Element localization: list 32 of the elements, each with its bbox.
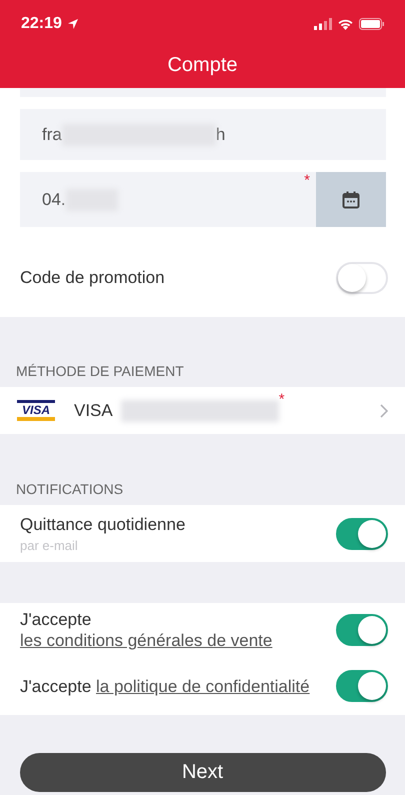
section-header: MÉTHODE DE PAIEMENT	[16, 363, 184, 379]
wifi-icon	[337, 18, 354, 30]
field-value: fra	[42, 124, 62, 144]
field-value: h	[216, 124, 226, 144]
promo-label: Code de promotion	[20, 268, 166, 288]
notification-label: Quittance quotidienne	[20, 514, 186, 534]
toggle-switch[interactable]	[336, 518, 388, 550]
date-field[interactable]: 04. *	[20, 172, 386, 227]
calendar-icon	[342, 190, 360, 208]
status-time: 22:19	[21, 15, 62, 33]
card-logo: VISA	[17, 400, 55, 421]
email-field[interactable]: fra h	[20, 109, 386, 160]
signal-icon	[314, 18, 332, 30]
calendar-button[interactable]	[316, 172, 386, 227]
input-field[interactable]	[20, 88, 386, 97]
required-mark: *	[278, 391, 285, 408]
section-header: NOTIFICATIONS	[16, 481, 124, 497]
toggle-switch[interactable]	[336, 614, 388, 646]
agreement-text: J'accepte les conditions générales de vente	[20, 609, 274, 651]
chevron-right-icon	[380, 404, 388, 418]
field-value: 04.	[42, 190, 66, 210]
terms-link[interactable]: les conditions générales de vente	[20, 631, 272, 650]
terms-link[interactable]: la politique de confidentialité	[96, 676, 310, 696]
agreement-text: J'accepte la politique de confidentialité	[20, 676, 311, 696]
toggle-switch[interactable]	[336, 670, 388, 702]
notification-sublabel: par e-mail	[20, 538, 79, 552]
battery-icon	[359, 18, 385, 30]
next-button[interactable]: Next	[20, 753, 386, 792]
required-mark: *	[304, 172, 310, 189]
screen-title: Compte	[166, 54, 239, 77]
location-arrow-icon	[66, 18, 79, 30]
payment-method-row[interactable]: VISA VISA *	[0, 387, 405, 434]
